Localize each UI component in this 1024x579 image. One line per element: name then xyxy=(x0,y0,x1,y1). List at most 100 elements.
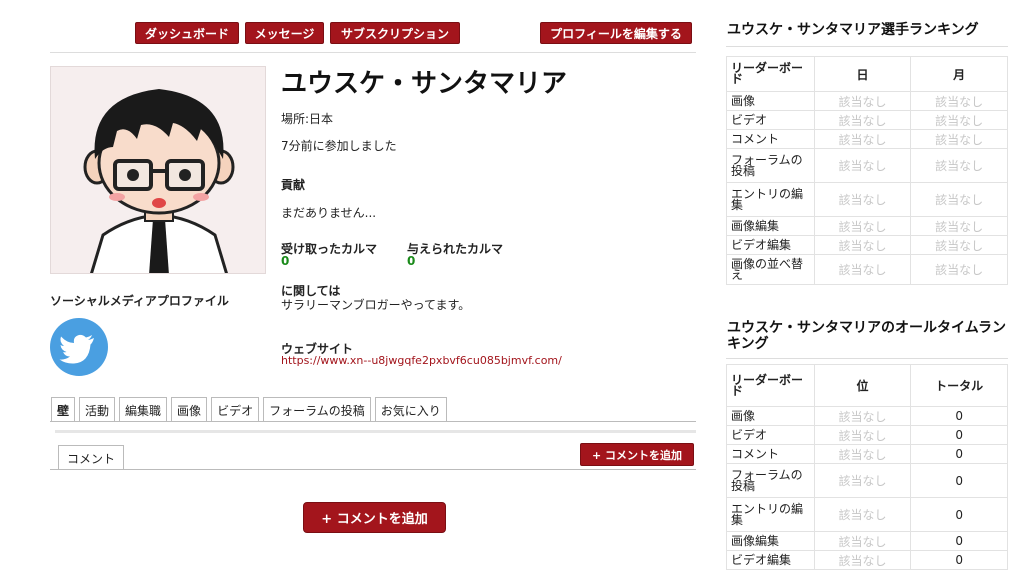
cell-value: 0 xyxy=(910,444,1008,464)
tabs-divider xyxy=(50,421,696,422)
row-label: 画像 xyxy=(726,406,815,426)
tab-activity[interactable]: 活動 xyxy=(79,397,116,422)
col-header-month: 月 xyxy=(910,56,1008,92)
table-row: 画像編集 該当なし 該当なし xyxy=(726,216,1008,236)
cell-value: 該当なし xyxy=(813,444,912,464)
cell-value: 該当なし xyxy=(813,254,912,285)
tab-videos[interactable]: ビデオ xyxy=(211,397,260,422)
ranking-period-divider xyxy=(726,46,1008,47)
cell-value: 該当なし xyxy=(813,148,912,183)
karma-received-value: 0 xyxy=(281,254,290,268)
table-row: フォーラムの投稿 該当なし 0 xyxy=(726,463,1008,498)
profile-tabs: 壁 活動 編集職 画像 ビデオ フォーラムの投稿 お気に入り xyxy=(51,397,447,422)
table-row: ビデオ編集 該当なし 0 xyxy=(726,550,1008,570)
ranking-alltime-divider xyxy=(726,358,1008,359)
website-link[interactable]: https://www.xn--u8jwgqfe2pxbvf6cu085bjmv… xyxy=(281,354,562,367)
cell-value: 該当なし xyxy=(813,91,912,111)
cell-value: 0 xyxy=(910,497,1008,532)
tab-forum-posts[interactable]: フォーラムの投稿 xyxy=(263,397,371,422)
row-label: ビデオ xyxy=(726,110,815,130)
cell-value: 該当なし xyxy=(910,254,1008,285)
cell-value: 該当なし xyxy=(910,235,1008,255)
profile-location: 場所:日本 xyxy=(281,112,334,126)
col-header-total: トータル xyxy=(910,364,1008,407)
row-label: エントリの編集 xyxy=(726,182,815,217)
cell-value: 該当なし xyxy=(813,425,912,445)
table-row: フォーラムの投稿 該当なし 該当なし xyxy=(726,148,1008,183)
tab-editor[interactable]: 編集職 xyxy=(119,397,168,422)
row-label: フォーラムの投稿 xyxy=(726,463,815,498)
table-row: ビデオ編集 該当なし 該当なし xyxy=(726,235,1008,255)
tab-images[interactable]: 画像 xyxy=(171,397,208,422)
row-label: 画像編集 xyxy=(726,216,815,236)
table-row: コメント 該当なし 該当なし xyxy=(726,129,1008,149)
contributions-value: まだありません... xyxy=(281,206,377,220)
cell-value: 該当なし xyxy=(813,110,912,130)
cell-value: 0 xyxy=(910,550,1008,570)
tab-wall[interactable]: 壁 xyxy=(51,397,76,422)
cell-value: 該当なし xyxy=(813,129,912,149)
cell-value: 該当なし xyxy=(813,406,912,426)
avatar xyxy=(50,66,266,274)
table-row: コメント 該当なし 0 xyxy=(726,444,1008,464)
add-comment-small-button[interactable]: + コメントを追加 xyxy=(580,443,694,466)
table-row: 画像編集 該当なし 0 xyxy=(726,531,1008,551)
profile-name: ユウスケ・サンタマリア xyxy=(281,69,568,99)
cell-value: 該当なし xyxy=(910,91,1008,111)
subscriptions-button[interactable]: サブスクリプション xyxy=(330,22,460,44)
row-label: 画像の並べ替え xyxy=(726,254,815,285)
table-row: 画像 該当なし 該当なし xyxy=(726,91,1008,111)
cell-value: 該当なし xyxy=(813,531,912,551)
cell-value: 0 xyxy=(910,406,1008,426)
row-label: コメント xyxy=(726,444,815,464)
tab-comments[interactable]: コメント xyxy=(58,445,125,470)
row-label: ビデオ xyxy=(726,425,815,445)
cell-value: 該当なし xyxy=(910,129,1008,149)
cell-value: 該当なし xyxy=(910,182,1008,217)
row-label: 画像編集 xyxy=(726,531,815,551)
messages-button[interactable]: メッセージ xyxy=(245,22,324,44)
ranking-period-title: ユウスケ・サンタマリア選手ランキング xyxy=(727,22,979,38)
karma-received-label: 受け取ったカルマ xyxy=(281,242,378,256)
cell-value: 該当なし xyxy=(813,497,912,532)
cell-value: 該当なし xyxy=(813,550,912,570)
col-header-rank: 位 xyxy=(813,364,912,407)
row-label: コメント xyxy=(726,129,815,149)
tab-favorites[interactable]: お気に入り xyxy=(374,397,447,422)
social-label: ソーシャルメディアプロファイル xyxy=(50,294,229,308)
about-value: サラリーマンブロガーやってます。 xyxy=(281,298,471,312)
add-comment-large-button[interactable]: + コメントを追加 xyxy=(303,502,446,533)
avatar-illustration xyxy=(51,67,265,273)
comments-divider xyxy=(50,469,696,470)
cell-value: 該当なし xyxy=(813,463,912,498)
karma-given-label: 与えられたカルマ xyxy=(407,242,504,256)
row-label: エントリの編集 xyxy=(726,497,815,532)
karma-given-value: 0 xyxy=(407,254,416,268)
ranking-alltime-title: ユウスケ・サンタマリアのオールタイムランキング xyxy=(727,320,1007,352)
table-row: ビデオ 該当なし 0 xyxy=(726,425,1008,445)
table-row: エントリの編集 該当なし 0 xyxy=(726,497,1008,532)
table-row: 画像 該当なし 0 xyxy=(726,406,1008,426)
cell-value: 0 xyxy=(910,463,1008,498)
col-header-day: 日 xyxy=(813,56,912,92)
row-label: 画像 xyxy=(726,91,815,111)
cell-value: 該当なし xyxy=(813,216,912,236)
tab-panel-top xyxy=(55,430,696,433)
dashboard-button[interactable]: ダッシュボード xyxy=(135,22,239,44)
row-label: フォーラムの投稿 xyxy=(726,148,815,183)
twitter-icon[interactable] xyxy=(50,318,108,376)
cell-value: 0 xyxy=(910,425,1008,445)
cell-value: 該当なし xyxy=(910,216,1008,236)
table-row: 画像の並べ替え 該当なし 該当なし xyxy=(726,254,1008,285)
cell-value: 該当なし xyxy=(813,182,912,217)
cell-value: 該当なし xyxy=(910,148,1008,183)
ranking-alltime-table: リーダーボード 位 トータル 画像 該当なし 0 ビデオ 該当なし 0 コメント 該当なし… xyxy=(726,364,1008,570)
edit-profile-button[interactable]: プロフィールを編集する xyxy=(540,22,692,44)
table-row: エントリの編集 該当なし 該当なし xyxy=(726,182,1008,217)
cell-value: 該当なし xyxy=(813,235,912,255)
col-header-leaderboard: リーダーボード xyxy=(726,56,815,92)
row-label: ビデオ編集 xyxy=(726,235,815,255)
header-divider xyxy=(50,52,696,53)
row-label: ビデオ編集 xyxy=(726,550,815,570)
table-row: ビデオ 該当なし 該当なし xyxy=(726,110,1008,130)
